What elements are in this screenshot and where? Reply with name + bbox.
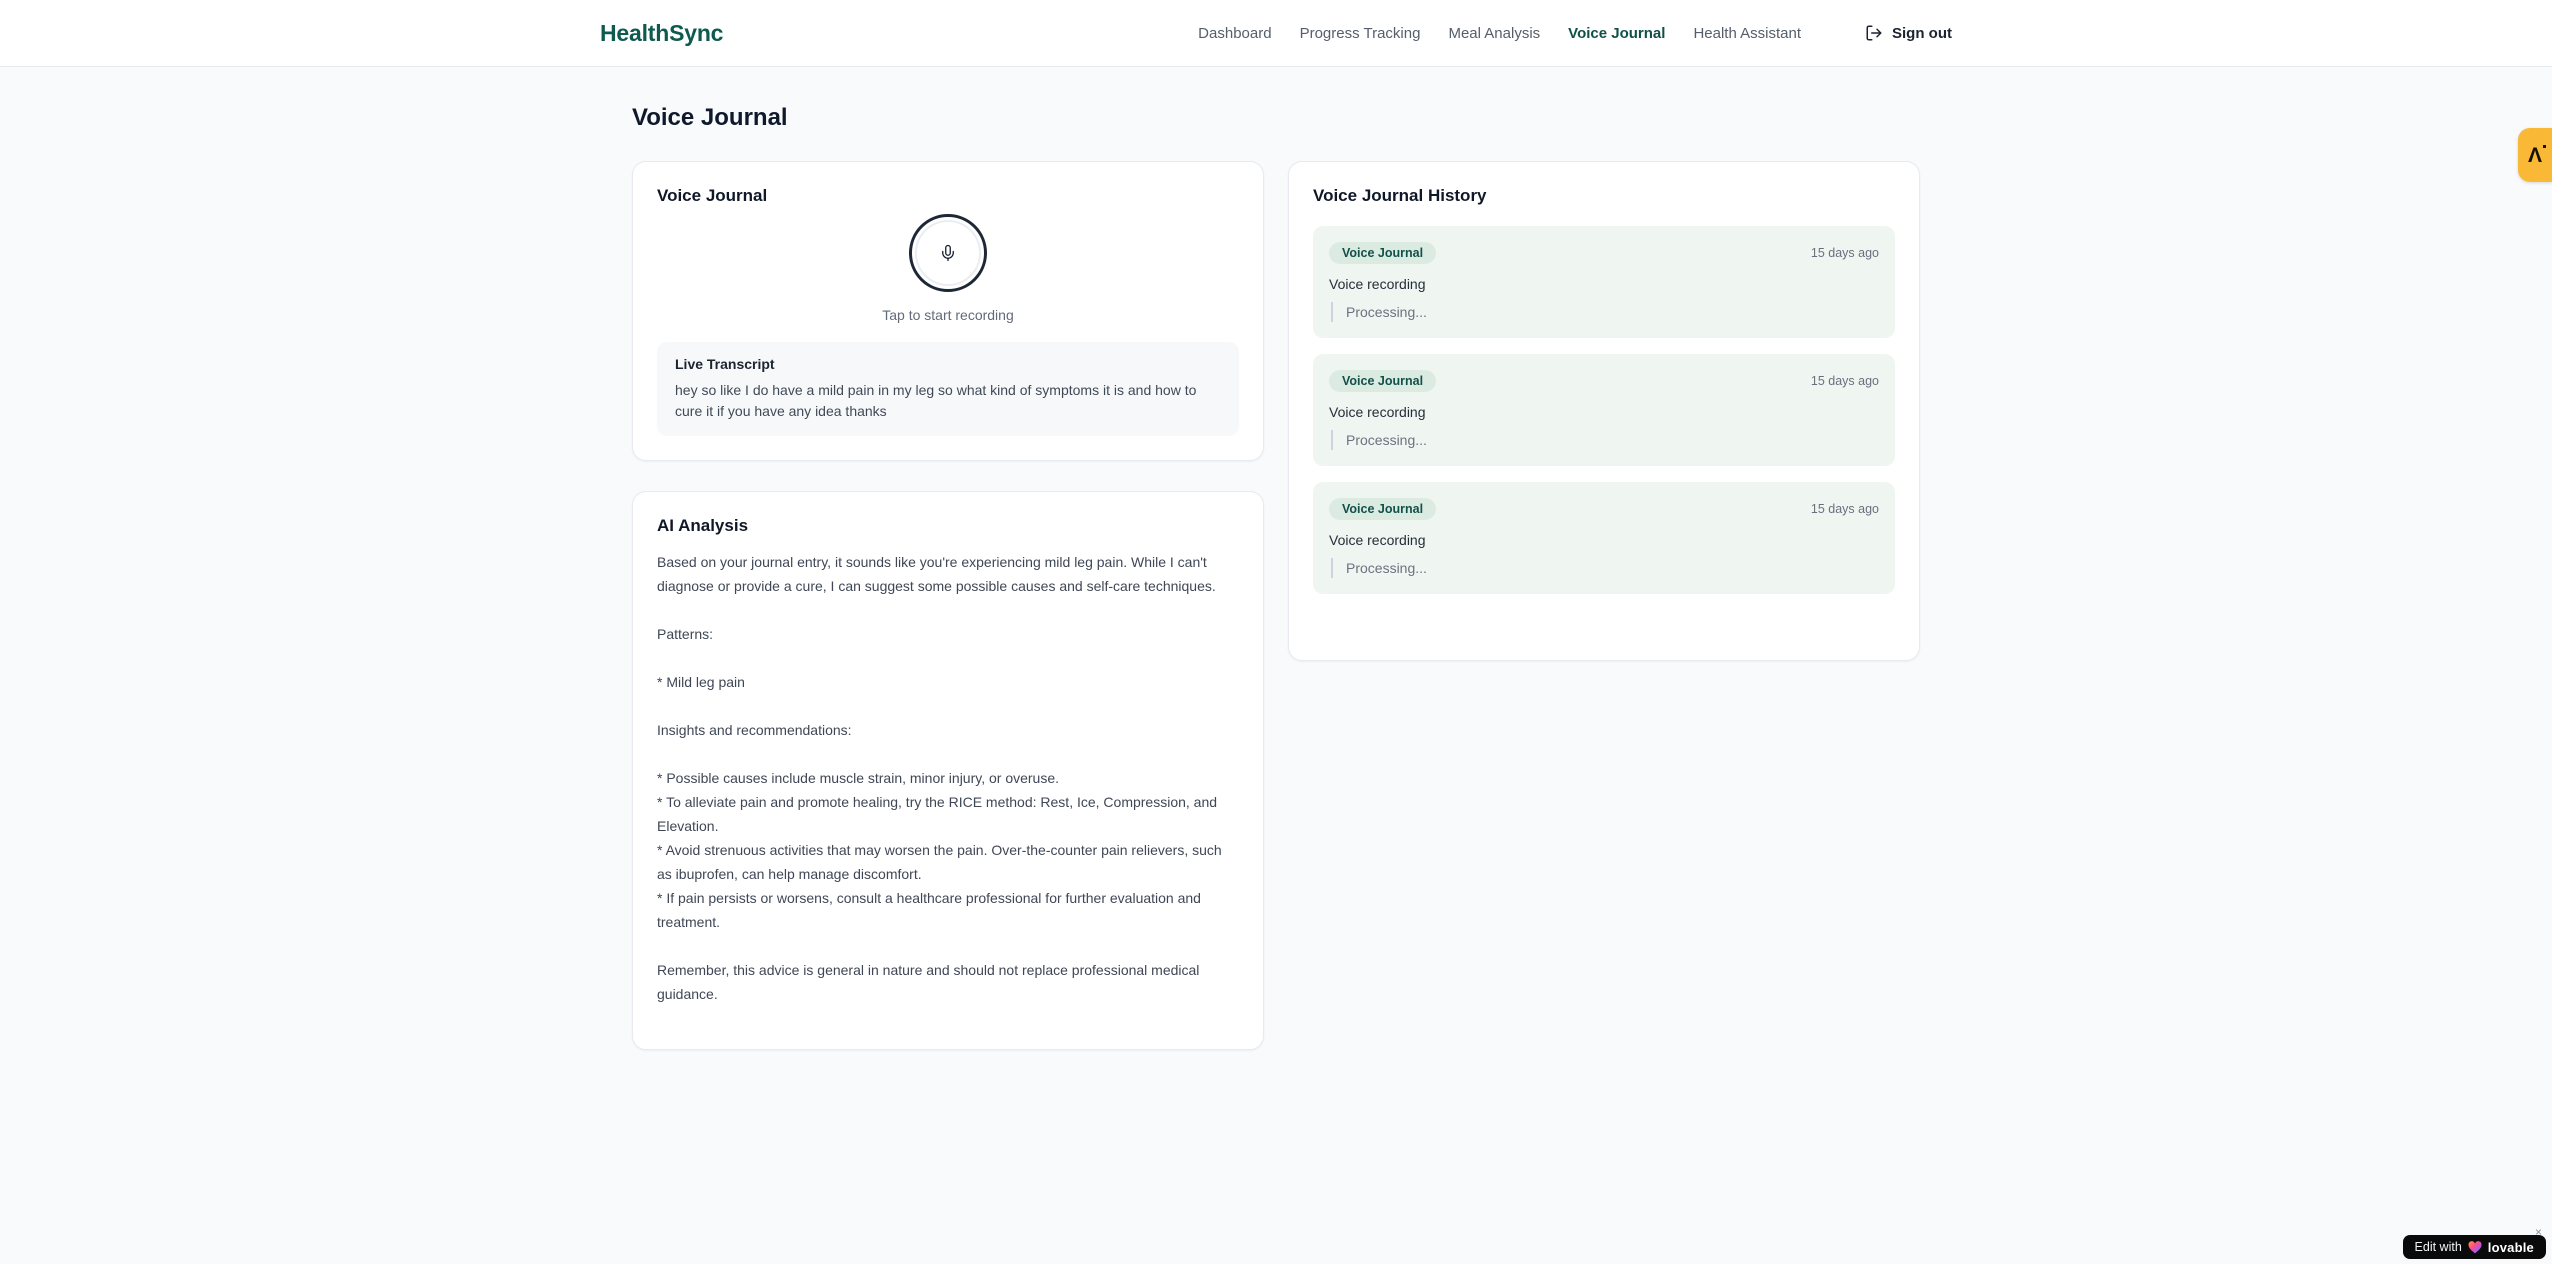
page-title: Voice Journal xyxy=(632,104,788,131)
sign-out-button[interactable]: Sign out xyxy=(1865,24,1952,42)
ai-analysis-body: Based on your journal entry, it sounds l… xyxy=(657,554,1222,1002)
history-item-label: Voice recording xyxy=(1329,276,1426,292)
ai-analysis-card: AI Analysis Based on your journal entry,… xyxy=(632,491,1264,1050)
top-navigation-bar: HealthSync Dashboard Progress Tracking M… xyxy=(0,0,2552,67)
history-item-status: Processing... xyxy=(1331,558,1879,578)
brand-logo[interactable]: HealthSync xyxy=(600,20,723,47)
ai-analysis-title: AI Analysis xyxy=(657,516,749,535)
voice-journal-recorder-card: Voice Journal Tap to start recording Liv… xyxy=(632,161,1264,461)
history-list: Voice Journal 15 days ago Voice recordin… xyxy=(1313,226,1895,594)
history-item-label: Voice recording xyxy=(1329,532,1426,548)
side-panel-tab-button[interactable]: Λ xyxy=(2518,128,2552,182)
history-item-status: Processing... xyxy=(1331,302,1879,322)
history-card-title: Voice Journal History xyxy=(1313,186,1487,205)
nav-item-health-assistant[interactable]: Health Assistant xyxy=(1693,25,1801,42)
history-item[interactable]: Voice Journal 15 days ago Voice recordin… xyxy=(1313,226,1895,338)
nav-item-voice-journal[interactable]: Voice Journal xyxy=(1568,25,1665,42)
lovable-brand-label: lovable xyxy=(2487,1239,2534,1255)
history-item-timestamp: 15 days ago xyxy=(1810,374,1879,388)
edit-with-label: Edit with xyxy=(2414,1240,2462,1254)
nav-item-progress-tracking[interactable]: Progress Tracking xyxy=(1300,25,1421,42)
history-item-label: Voice recording xyxy=(1329,404,1426,420)
close-icon[interactable]: × xyxy=(2535,1226,2542,1238)
history-item-timestamp: 15 days ago xyxy=(1810,502,1879,516)
history-item[interactable]: Voice Journal 15 days ago Voice recordin… xyxy=(1313,482,1895,594)
history-item-badge: Voice Journal xyxy=(1329,498,1437,520)
edit-with-lovable-badge[interactable]: Edit with lovable × xyxy=(2402,1226,2546,1259)
left-column: Voice Journal Tap to start recording Liv… xyxy=(632,161,1264,1050)
tap-to-record-hint: Tap to start recording xyxy=(882,307,1014,323)
nav-item-meal-analysis[interactable]: Meal Analysis xyxy=(1448,25,1540,42)
main-content: Voice Journal Voice Journal Tap to start… xyxy=(632,67,1920,1050)
logout-icon xyxy=(1865,24,1883,42)
altan-logo-icon: Λ xyxy=(2527,143,2547,167)
nav-item-dashboard[interactable]: Dashboard xyxy=(1198,25,1271,42)
lovable-heart-icon xyxy=(2468,1240,2482,1254)
voice-journal-history-card: Voice Journal History Voice Journal 15 d… xyxy=(1288,161,1920,661)
sign-out-label: Sign out xyxy=(1892,24,1952,42)
right-column: Voice Journal History Voice Journal 15 d… xyxy=(1288,161,1920,661)
history-item-badge: Voice Journal xyxy=(1329,370,1437,392)
history-item-timestamp: 15 days ago xyxy=(1810,246,1879,260)
history-item[interactable]: Voice Journal 15 days ago Voice recordin… xyxy=(1313,354,1895,466)
history-item-badge: Voice Journal xyxy=(1329,242,1437,264)
microphone-icon xyxy=(939,241,957,265)
record-button[interactable] xyxy=(909,214,987,292)
recorder-card-title: Voice Journal xyxy=(657,186,768,205)
live-transcript-box: Live Transcript hey so like I do have a … xyxy=(657,342,1239,436)
main-nav: Dashboard Progress Tracking Meal Analysi… xyxy=(1198,24,1952,42)
live-transcript-text: hey so like I do have a mild pain in my … xyxy=(675,382,1197,419)
history-item-status: Processing... xyxy=(1331,430,1879,450)
live-transcript-title: Live Transcript xyxy=(675,356,775,372)
